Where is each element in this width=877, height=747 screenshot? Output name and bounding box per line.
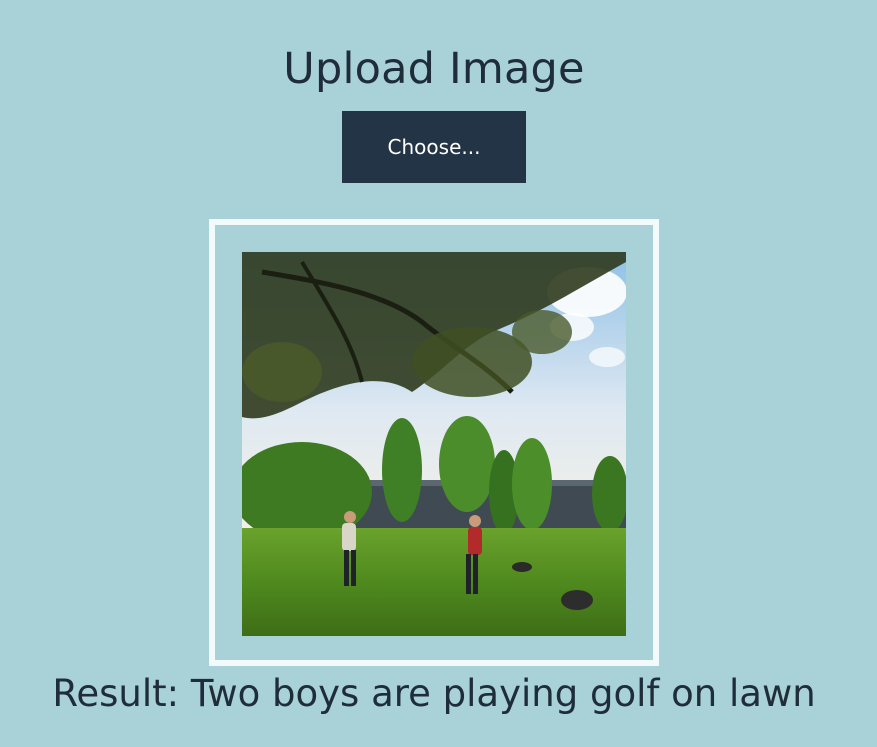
result-caption: Two boys are playing golf on lawn: [190, 672, 816, 715]
page-title: Upload Image: [283, 44, 585, 94]
choose-file-button[interactable]: Choose...: [342, 111, 526, 183]
result-text: Result: Two boys are playing golf on law…: [0, 672, 868, 715]
result-label: Result:: [52, 672, 180, 715]
uploaded-image: [242, 252, 626, 636]
